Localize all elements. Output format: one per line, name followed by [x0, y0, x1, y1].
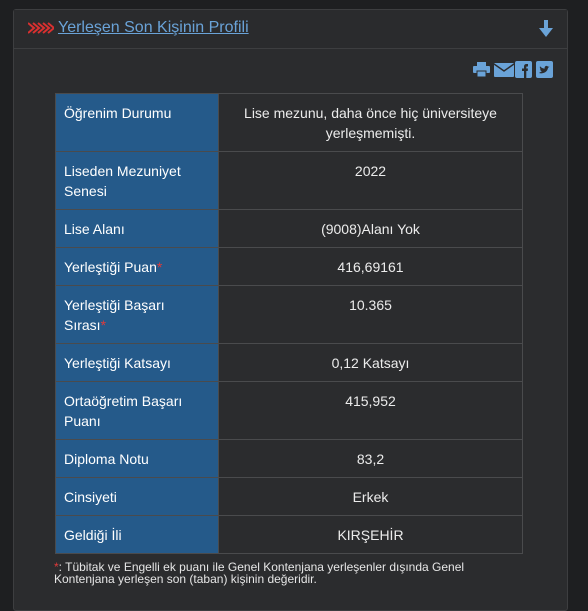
table-row: Ortaöğretim Başarı Puanı 415,952	[55, 381, 523, 440]
profile-panel: Yerleşen Son Kişinin Profili Öğrenim Dur…	[13, 9, 568, 611]
row-value: (9008)Alanı Yok	[218, 209, 523, 248]
row-label: Yerleştiği Katsayı	[55, 343, 219, 382]
row-label: Yerleştiği Puan*	[55, 247, 219, 286]
row-value: 415,952	[218, 381, 523, 440]
table-row: Liseden Mezuniyet Senesi 2022	[55, 151, 523, 210]
yok-logo-icon	[28, 22, 54, 34]
row-label: Lise Alanı	[55, 209, 219, 248]
table-row: Geldiği İli KIRŞEHİR	[55, 515, 523, 554]
table-row: Lise Alanı (9008)Alanı Yok	[55, 209, 523, 248]
row-label: Öğrenim Durumu	[55, 93, 219, 152]
share-toolbar	[473, 61, 553, 78]
panel-title-link[interactable]: Yerleşen Son Kişinin Profili	[58, 19, 249, 37]
row-value: Lise mezunu, daha önce hiç üniversiteye …	[218, 93, 523, 152]
row-value: 2022	[218, 151, 523, 210]
row-value: Erkek	[218, 477, 523, 516]
table-row: Yerleştiği Katsayı 0,12 Katsayı	[55, 343, 523, 382]
table-row: Öğrenim Durumu Lise mezunu, daha önce hi…	[55, 93, 523, 152]
required-marker: *	[100, 317, 107, 333]
print-icon[interactable]	[473, 61, 490, 78]
row-value: 83,2	[218, 439, 523, 478]
row-value: 416,69161	[218, 247, 523, 286]
mail-icon[interactable]	[493, 61, 515, 78]
row-label: Ortaöğretim Başarı Puanı	[55, 381, 219, 440]
table-row: Yerleştiği Başarı Sırası* 10.365	[55, 285, 523, 344]
profile-table: Öğrenim Durumu Lise mezunu, daha önce hi…	[55, 93, 523, 554]
row-label: Geldiği İli	[55, 515, 219, 554]
row-label: Diploma Notu	[55, 439, 219, 478]
panel-header: Yerleşen Son Kişinin Profili	[14, 10, 567, 49]
table-row: Cinsiyeti Erkek	[55, 477, 523, 516]
required-marker: *	[156, 259, 163, 275]
footnote: *: Tübitak ve Engelli ek puanı ile Genel…	[54, 561, 524, 585]
row-value: 10.365	[218, 285, 523, 344]
facebook-icon[interactable]	[515, 61, 532, 78]
table-row: Diploma Notu 83,2	[55, 439, 523, 478]
arrow-down-icon[interactable]	[539, 20, 553, 38]
twitter-icon[interactable]	[536, 61, 553, 78]
table-row: Yerleştiği Puan* 416,69161	[55, 247, 523, 286]
footnote-text: : Tübitak ve Engelli ek puanı ile Genel …	[54, 560, 465, 586]
row-value: KIRŞEHİR	[218, 515, 523, 554]
row-value: 0,12 Katsayı	[218, 343, 523, 382]
row-label: Liseden Mezuniyet Senesi	[55, 151, 219, 210]
row-label: Cinsiyeti	[55, 477, 219, 516]
row-label: Yerleştiği Başarı Sırası*	[55, 285, 219, 344]
